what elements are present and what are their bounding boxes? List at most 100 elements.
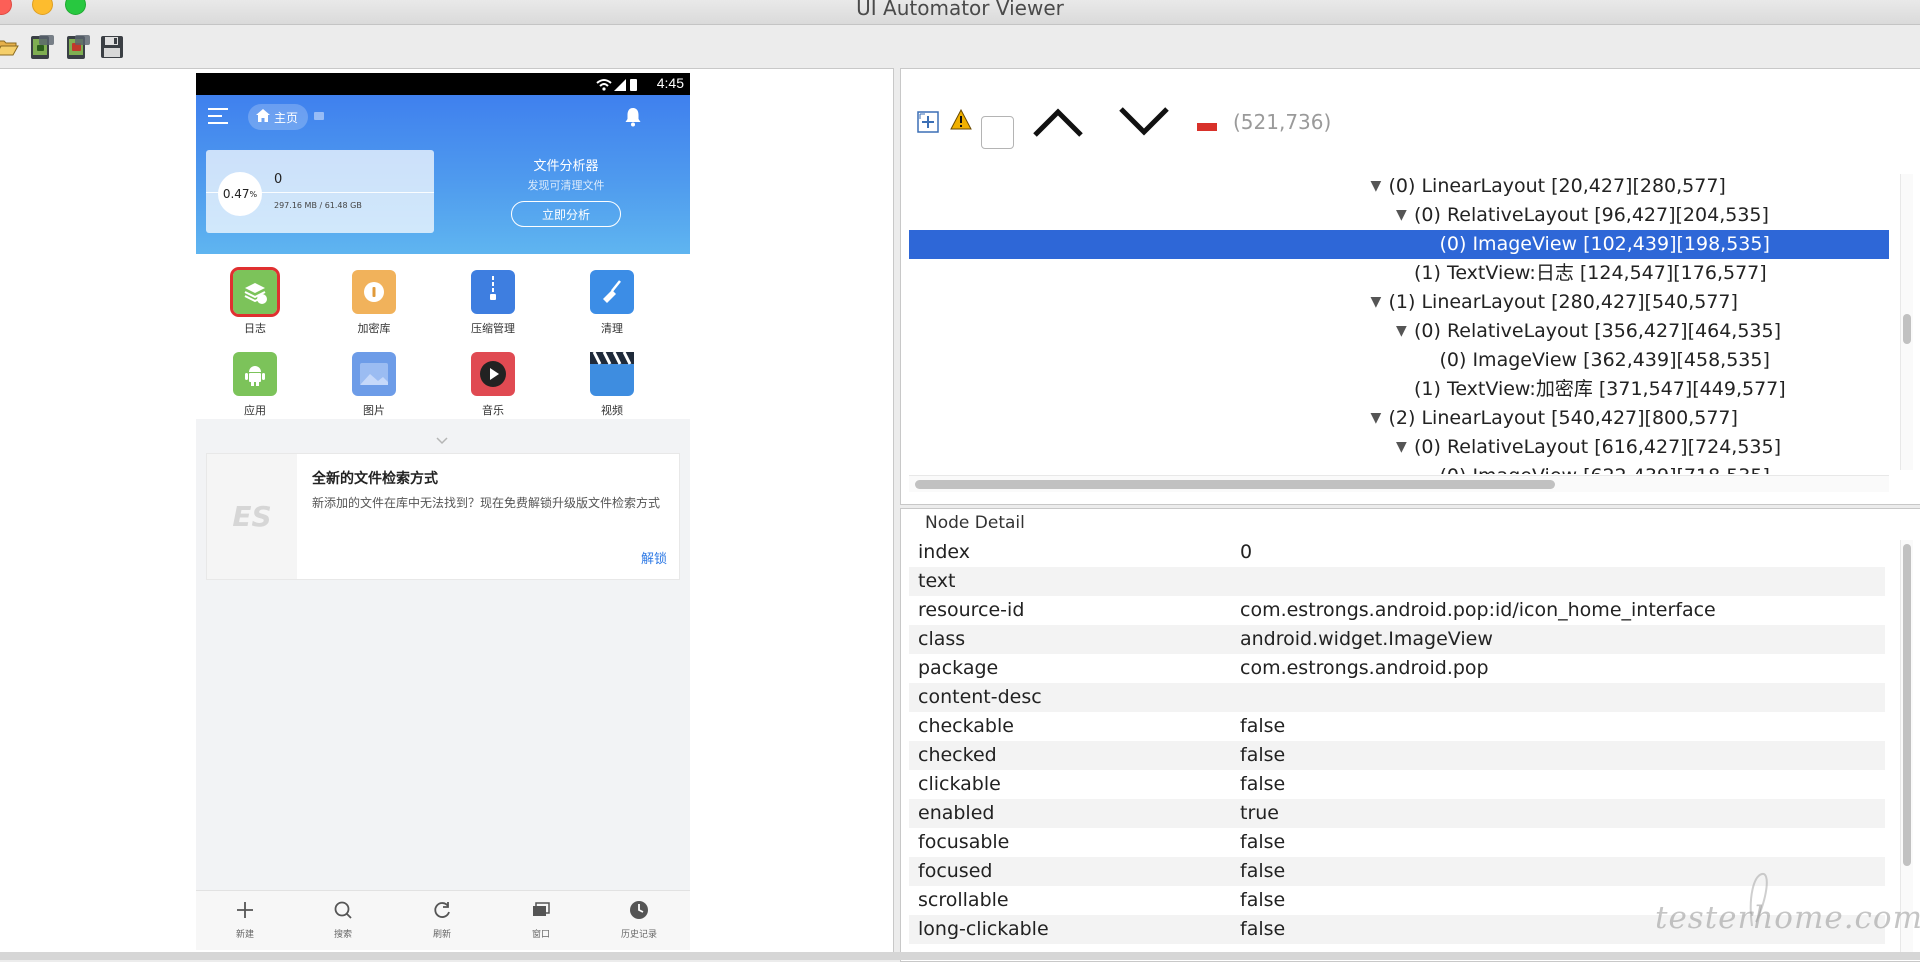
archive-icon	[471, 270, 515, 314]
open-icon[interactable]	[0, 34, 20, 60]
node-detail-row[interactable]: package com.estrongs.android.pop	[909, 654, 1885, 683]
node-detail-row[interactable]: checked false	[909, 741, 1885, 770]
node-detail-row[interactable]: enabled true	[909, 799, 1885, 828]
node-detail-row[interactable]: resource-id com.estrongs.android.pop:id/i…	[909, 596, 1885, 625]
hierarchy-tree[interactable]: ▼ (0) LinearLayout [20,427][280,577] ▼ (0) …	[909, 172, 1909, 474]
status-time: 4:45	[656, 75, 684, 91]
warning-icon[interactable]	[950, 108, 972, 135]
node-detail-key: long-clickable	[918, 918, 1049, 940]
home-label: 主页	[274, 110, 299, 125]
node-detail-value: com.estrongs.android.pop	[1240, 657, 1489, 679]
node-detail-value: false	[1240, 918, 1286, 940]
device-screen[interactable]: 4:45 主页 0.47% 0 297.16 MB / 61.48 GB 文件分…	[196, 73, 690, 950]
tree-node[interactable]: (0) ImageView [102,439][198,535]	[909, 230, 1889, 259]
chevron-up-icon[interactable]	[1031, 107, 1085, 143]
tree-vertical-scrollbar[interactable]	[1900, 174, 1913, 470]
device-screenshot-panel[interactable]: 4:45 主页 0.47% 0 297.16 MB / 61.48 GB 文件分…	[0, 68, 894, 954]
expand-all-icon[interactable]	[917, 111, 939, 137]
node-detail-key: text	[918, 570, 956, 592]
android-icon	[233, 352, 277, 396]
grid-item-clean[interactable]: 清理	[553, 270, 671, 336]
save-icon[interactable]	[99, 34, 125, 60]
window-titlebar: UI Automator Viewer	[0, 0, 1920, 25]
expand-triangle-icon[interactable]: ▼	[1396, 433, 1407, 462]
tree-node[interactable]: (1) TextView:加密库 [371,547][449,577]	[909, 375, 1889, 404]
encrypted-vault-icon	[352, 270, 396, 314]
grid-item-video[interactable]: 视频	[553, 352, 671, 418]
tree-node[interactable]: ▼ (1) LinearLayout [280,427][540,577]	[909, 288, 1889, 317]
detail-vertical-scroll-thumb[interactable]	[1903, 544, 1911, 866]
home-icon	[256, 109, 270, 125]
log-icon	[230, 267, 280, 317]
grid-item-music[interactable]: 音乐	[434, 352, 552, 418]
grid-item-archive[interactable]: 压缩管理	[434, 270, 552, 336]
tree-node[interactable]: ▼ (0) RelativeLayout [96,427][204,535]	[909, 201, 1889, 230]
pointer-coordinates: (521,736)	[1233, 110, 1332, 134]
node-detail-key: enabled	[918, 802, 995, 824]
window-minimize-button[interactable]	[32, 0, 53, 15]
tree-node[interactable]: ▼ (0) RelativeLayout [356,427][464,535]	[909, 317, 1889, 346]
naf-filter-checkbox[interactable]	[981, 116, 1014, 149]
tree-horizontal-scroll-thumb[interactable]	[915, 480, 1555, 489]
grid-item-apps[interactable]: 应用	[196, 352, 314, 418]
chevron-down-icon[interactable]	[1117, 105, 1171, 141]
notification-bell-icon[interactable]	[624, 107, 642, 131]
node-detail-row[interactable]: focusable false	[909, 828, 1885, 857]
storage-percent: 0.47	[222, 187, 250, 201]
node-detail-row[interactable]: content-desc	[909, 683, 1885, 712]
hamburger-menu-icon[interactable]	[208, 107, 230, 129]
nav-item-search[interactable]: 搜索	[294, 899, 392, 940]
tree-node[interactable]: ▼ (0) RelativeLayout [616,427][724,535]	[909, 433, 1889, 462]
expand-triangle-icon[interactable]: ▼	[1371, 288, 1382, 317]
node-detail-value: 0	[1240, 541, 1253, 563]
tree-horizontal-scrollbar[interactable]	[909, 475, 1889, 492]
refresh-icon	[431, 902, 453, 925]
nav-item-refresh[interactable]: 刷新	[393, 899, 491, 940]
node-detail-key: focused	[918, 860, 993, 882]
window-close-button[interactable]	[0, 0, 12, 15]
node-detail-value: false	[1240, 860, 1286, 882]
node-detail-key: class	[918, 628, 966, 650]
image-icon	[352, 352, 396, 396]
plus-icon	[234, 902, 256, 925]
analyzer-subtitle: 发现可清理文件	[527, 179, 605, 192]
expand-triangle-icon[interactable]: ▼	[1371, 404, 1382, 433]
node-detail-row[interactable]: index 0	[909, 538, 1885, 567]
expand-triangle-icon[interactable]: ▼	[1371, 172, 1382, 201]
tree-node-label: (0) RelativeLayout [356,427][464,535]	[1414, 320, 1781, 342]
promo-card[interactable]: ES 全新的文件检索方式 新添加的文件在库中无法找到？现在免费解锁升级版文件检索…	[206, 453, 680, 580]
expand-triangle-icon[interactable]: ▼	[1396, 201, 1407, 230]
tree-vertical-scroll-thumb[interactable]	[1903, 314, 1911, 344]
device-screenshot-compressed-icon[interactable]	[64, 34, 90, 60]
grid-item-encrypted[interactable]: 加密库	[315, 270, 433, 336]
node-detail-row[interactable]: text	[909, 567, 1885, 596]
tree-node[interactable]: (1) TextView:日志 [124,547][176,577]	[909, 259, 1889, 288]
home-breadcrumb[interactable]: 主页	[248, 104, 309, 130]
expand-chevron-icon[interactable]	[436, 430, 448, 449]
expand-triangle-icon[interactable]: ▼	[1396, 317, 1407, 346]
nav-item-new[interactable]: 新建	[196, 899, 294, 940]
window-title: UI Automator Viewer	[856, 0, 1064, 20]
node-detail-row[interactable]: checkable false	[909, 712, 1885, 741]
app-header: 主页 0.47% 0 297.16 MB / 61.48 GB 文件分析器 发现…	[196, 95, 690, 254]
node-detail-value: android.widget.ImageView	[1240, 628, 1493, 650]
unlock-button[interactable]: 解锁	[641, 548, 667, 567]
analyze-now-button[interactable]: 立即分析	[511, 201, 621, 227]
tree-node[interactable]: (0) ImageView [362,439][458,535]	[909, 346, 1889, 375]
nav-item-history[interactable]: 历史记录	[590, 899, 688, 940]
node-detail-row[interactable]: class android.widget.ImageView	[909, 625, 1885, 654]
tree-node[interactable]: ▼ (0) LinearLayout [20,427][280,577]	[909, 172, 1889, 201]
tree-node[interactable]: ▼ (2) LinearLayout [540,427][800,577]	[909, 404, 1889, 433]
grid-item-images[interactable]: 图片	[315, 352, 433, 418]
device-screenshot-icon[interactable]	[28, 34, 54, 60]
grid-item-log[interactable]: 日志	[196, 267, 314, 336]
clear-selection-icon[interactable]	[1197, 116, 1217, 135]
tree-node[interactable]: (0) ImageView [622,439][718,535]	[909, 462, 1889, 474]
grid-label: 视频	[601, 404, 623, 417]
window-maximize-button[interactable]	[65, 0, 86, 15]
node-detail-row[interactable]: clickable false	[909, 770, 1885, 799]
node-detail-value: false	[1240, 715, 1286, 737]
storage-card[interactable]: 0.47% 0 297.16 MB / 61.48 GB	[206, 150, 434, 233]
node-detail-key: checkable	[918, 715, 1014, 737]
nav-item-windows[interactable]: 窗口	[492, 899, 590, 940]
